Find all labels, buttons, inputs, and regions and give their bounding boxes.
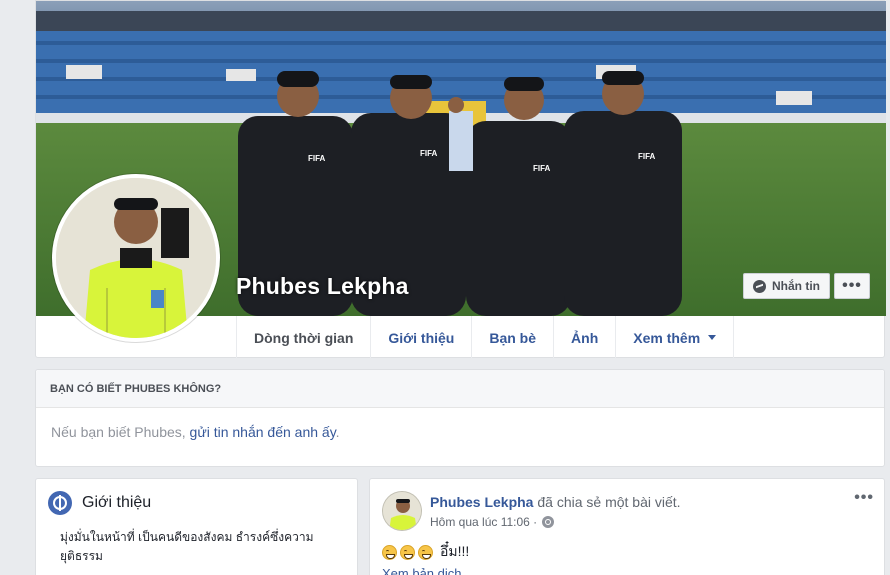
svg-text:FIFA: FIFA — [638, 152, 656, 161]
grinning-emoji-icon — [418, 544, 433, 560]
intro-header: Giới thiệu — [36, 479, 357, 515]
post-meta: Hôm qua lúc 11:06 · — [430, 515, 555, 529]
do-you-know-body: Nếu bạn biết Phubes, gửi tin nhắn đến an… — [36, 408, 884, 456]
intro-bio: มุ่งมั่นในหน้าที่ เป็นคนดีของสังคม ธำรงค… — [60, 530, 314, 563]
post-timestamp[interactable]: Hôm qua lúc 11:06 · — [430, 515, 537, 529]
svg-text:FIFA: FIFA — [420, 149, 438, 158]
message-button-label: Nhắn tin — [772, 279, 820, 293]
messenger-icon — [753, 279, 766, 293]
post-author-avatar[interactable] — [382, 491, 422, 531]
post-text-content: อึ๋ม!!! — [440, 543, 470, 559]
post-header: Phubes Lekpha đã chia sẻ một bài viết. — [430, 494, 681, 510]
tab-more-label: Xem thêm — [633, 329, 701, 346]
do-you-know-title: Bạn có biết Phubes không? — [36, 370, 884, 408]
do-you-know-period: . — [335, 424, 340, 440]
post-author-link[interactable]: Phubes Lekpha — [430, 494, 533, 510]
tab-friends[interactable]: Bạn bè — [471, 316, 553, 359]
send-message-link[interactable]: gửi tin nhắn đến anh ấy — [190, 424, 336, 440]
cover-actions: Nhắn tin ••• — [743, 273, 870, 299]
tab-timeline[interactable]: Dòng thời gian — [236, 316, 370, 359]
globe-icon — [48, 491, 72, 515]
public-audience-icon[interactable] — [542, 516, 555, 528]
svg-text:FIFA: FIFA — [308, 154, 326, 163]
message-button[interactable]: Nhắn tin — [743, 273, 830, 299]
profile-name[interactable]: Phubes Lekpha — [236, 273, 409, 300]
intro-card: Giới thiệu มุ่งมั่นในหน้าที่ เป็นคนดีของ… — [35, 478, 358, 575]
tab-about[interactable]: Giới thiệu — [370, 316, 471, 359]
post-menu-button[interactable]: ••• — [854, 489, 874, 507]
tab-more[interactable]: Xem thêm — [615, 316, 735, 359]
tab-photos[interactable]: Ảnh — [553, 316, 615, 359]
post-text: อึ๋ม!!! — [382, 541, 469, 563]
svg-text:FIFA: FIFA — [533, 164, 551, 173]
do-you-know-card: Bạn có biết Phubes không? Nếu bạn biết P… — [35, 369, 885, 467]
profile-header-card: FIFA FIFA FIFA FIFA Phubes Lekpha Nhắn t… — [35, 0, 886, 359]
more-options-button[interactable]: ••• — [834, 273, 870, 299]
see-translation-link[interactable]: Xem bản dịch — [382, 566, 462, 575]
intro-title: Giới thiệu — [82, 494, 152, 511]
caret-down-icon — [708, 335, 717, 340]
post-action: đã chia sẻ một bài viết. — [533, 494, 681, 510]
profile-tabs: Dòng thời gian Giới thiệu Bạn bè Ảnh Xem… — [236, 316, 735, 359]
post-card: Phubes Lekpha đã chia sẻ một bài viết. H… — [369, 478, 885, 575]
profile-picture[interactable] — [52, 174, 220, 342]
profile-picture-image — [56, 178, 216, 338]
grinning-emoji-icon — [400, 544, 415, 560]
do-you-know-text: Nếu bạn biết Phubes, — [51, 424, 190, 440]
grinning-emoji-icon — [382, 544, 397, 560]
